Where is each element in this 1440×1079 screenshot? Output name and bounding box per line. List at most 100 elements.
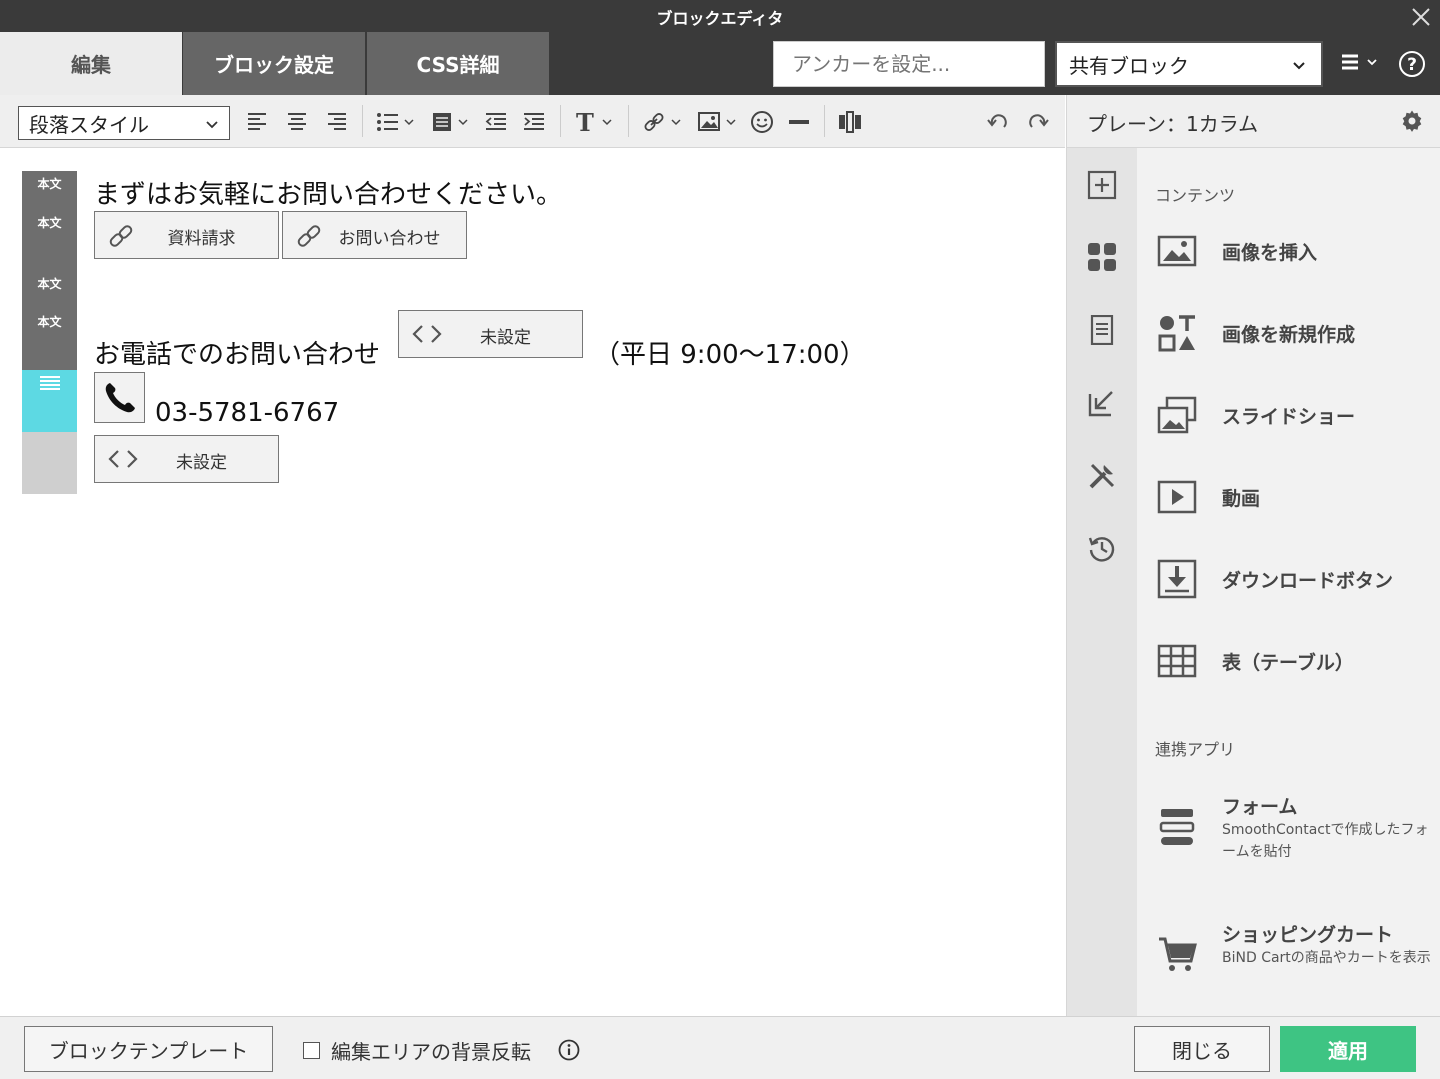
tab-bar: 編集 ブロック設定 CSS詳細 共有ブロック ?	[0, 32, 1440, 95]
tab-edit[interactable]: 編集	[0, 32, 182, 95]
image-icon	[1157, 231, 1197, 271]
outdent-icon[interactable]	[484, 109, 508, 135]
list-icon[interactable]	[376, 109, 416, 135]
phone-icon[interactable]	[94, 372, 145, 423]
request-docs-button[interactable]: 資料請求	[94, 211, 279, 259]
phone-number[interactable]: 03-5781-6767	[155, 398, 339, 428]
shared-block-value: 共有ブロック	[1069, 53, 1189, 78]
hamburger-icon	[1342, 54, 1358, 70]
editor-toolbar: 段落スタイル T	[0, 95, 1065, 148]
item-description: BiND Cartの商品やカートを表示	[1222, 950, 1431, 966]
close-icon[interactable]	[1410, 6, 1432, 28]
item-label: ショッピングカート	[1222, 924, 1394, 946]
bg-invert-label: 編集エリアの背景反転	[331, 1040, 531, 1064]
item-label: 表（テーブル）	[1222, 652, 1354, 674]
button-label: 未設定	[480, 328, 531, 348]
layout-title: プレーン：1カラム	[1087, 112, 1259, 136]
svg-text:?: ?	[1407, 55, 1417, 75]
item-label: フォーム	[1222, 796, 1298, 818]
footer: ブロックテンプレート 編集エリアの背景反転 閉じる 適用	[0, 1016, 1440, 1079]
bg-invert-checkbox[interactable]	[303, 1042, 320, 1059]
toolbar-divider	[628, 105, 629, 137]
block-format-icon[interactable]	[432, 109, 472, 135]
slideshow-icon	[1157, 395, 1197, 435]
toolbar-divider	[362, 105, 363, 137]
close-button[interactable]: 閉じる	[1134, 1026, 1270, 1072]
block-label: 本文	[37, 177, 62, 191]
anchor-input[interactable]	[773, 41, 1045, 87]
history-icon[interactable]	[1087, 533, 1117, 563]
chevron-down-icon	[1367, 59, 1377, 66]
help-icon[interactable]: ?	[1398, 50, 1426, 78]
paragraph-style-select[interactable]: 段落スタイル	[18, 106, 230, 140]
download-icon	[1157, 559, 1197, 599]
embed-unset-button[interactable]: 未設定	[94, 435, 279, 483]
shopping-cart-item[interactable]: ショッピングカート BiND Cartの商品やカートを表示	[1137, 900, 1440, 1000]
contents-section-label: コンテンツ	[1155, 186, 1236, 205]
page-icon[interactable]	[1087, 315, 1117, 345]
edit-canvas[interactable]: 本文 本文 本文 本文 まずはお気軽にお問い合わせください。 資料請求 お問い合…	[0, 148, 1065, 1016]
gear-icon[interactable]	[1400, 109, 1424, 133]
redo-icon[interactable]	[1026, 109, 1050, 135]
button-label: お問い合わせ	[338, 229, 441, 249]
button-label: 未設定	[176, 453, 227, 473]
image-icon[interactable]	[698, 109, 740, 135]
side-icon-column	[1066, 148, 1137, 1016]
text-style-icon[interactable]: T	[576, 109, 616, 135]
video-icon	[1157, 477, 1197, 517]
horizontal-rule-icon[interactable]	[788, 109, 810, 135]
cart-icon	[1157, 934, 1197, 974]
item-label: 画像を挿入	[1222, 242, 1318, 264]
align-center-icon[interactable]	[286, 109, 308, 135]
item-label: 画像を新規作成	[1222, 324, 1356, 346]
download-button-item[interactable]: ダウンロードボタン	[1137, 544, 1440, 614]
import-icon[interactable]	[1087, 388, 1117, 418]
apply-button[interactable]: 適用	[1280, 1026, 1416, 1072]
tab-css-details[interactable]: CSS詳細	[367, 32, 549, 95]
form-item[interactable]: フォーム SmoothContactで作成したフォームを貼付	[1137, 772, 1440, 872]
contact-button[interactable]: お問い合わせ	[282, 211, 467, 259]
shapes-icon	[1157, 313, 1197, 353]
content-palette: コンテンツ 画像を挿入 画像を新規作成 スライドショー 動画 ダウンロードボタン…	[1137, 148, 1440, 1016]
link-icon[interactable]	[642, 109, 684, 135]
add-block-icon[interactable]	[1087, 170, 1117, 200]
item-label: ダウンロードボタン	[1222, 570, 1394, 592]
text-block-marker[interactable]	[22, 171, 77, 370]
toolbar-divider	[824, 105, 825, 137]
info-icon[interactable]	[558, 1039, 580, 1061]
item-label: 動画	[1222, 488, 1261, 510]
embed-unset-button[interactable]: 未設定	[398, 310, 583, 358]
block-template-button[interactable]: ブロックテンプレート	[24, 1026, 273, 1072]
column-icon[interactable]	[838, 109, 862, 135]
empty-block-marker[interactable]	[22, 432, 77, 494]
block-handle-icon	[40, 376, 60, 390]
parts-icon[interactable]	[1087, 242, 1117, 272]
create-image-item[interactable]: 画像を新規作成	[1137, 298, 1440, 368]
form-icon	[1157, 807, 1197, 847]
phone-heading[interactable]: お電話でのお問い合わせ	[94, 334, 380, 371]
tools-icon[interactable]	[1087, 461, 1117, 491]
window-title: ブロックエディタ	[656, 9, 784, 28]
business-hours[interactable]: （平日 9:00〜17:00）	[594, 334, 866, 371]
tab-block-settings[interactable]: ブロック設定	[183, 32, 365, 95]
insert-image-item[interactable]: 画像を挿入	[1137, 216, 1440, 286]
align-left-icon[interactable]	[246, 109, 268, 135]
slideshow-item[interactable]: スライドショー	[1137, 380, 1440, 450]
button-label: 資料請求	[167, 229, 236, 249]
toolbar-divider	[560, 105, 561, 137]
undo-icon[interactable]	[986, 109, 1010, 135]
active-block-marker[interactable]	[22, 370, 77, 432]
svg-text:T: T	[576, 110, 594, 134]
video-item[interactable]: 動画	[1137, 462, 1440, 532]
menu-button[interactable]	[1340, 52, 1378, 72]
item-description: SmoothContactで作成したフォームを貼付	[1222, 822, 1429, 860]
indent-icon[interactable]	[522, 109, 546, 135]
block-label: 本文	[37, 277, 62, 291]
apps-section-label: 連携アプリ	[1155, 740, 1236, 759]
align-right-icon[interactable]	[326, 109, 348, 135]
shared-block-select[interactable]: 共有ブロック	[1055, 41, 1323, 87]
title-bar: ブロックエディタ	[0, 0, 1440, 32]
intro-text[interactable]: まずはお気軽にお問い合わせください。	[94, 174, 562, 211]
emoji-icon[interactable]	[750, 109, 774, 135]
table-item[interactable]: 表（テーブル）	[1137, 626, 1440, 696]
